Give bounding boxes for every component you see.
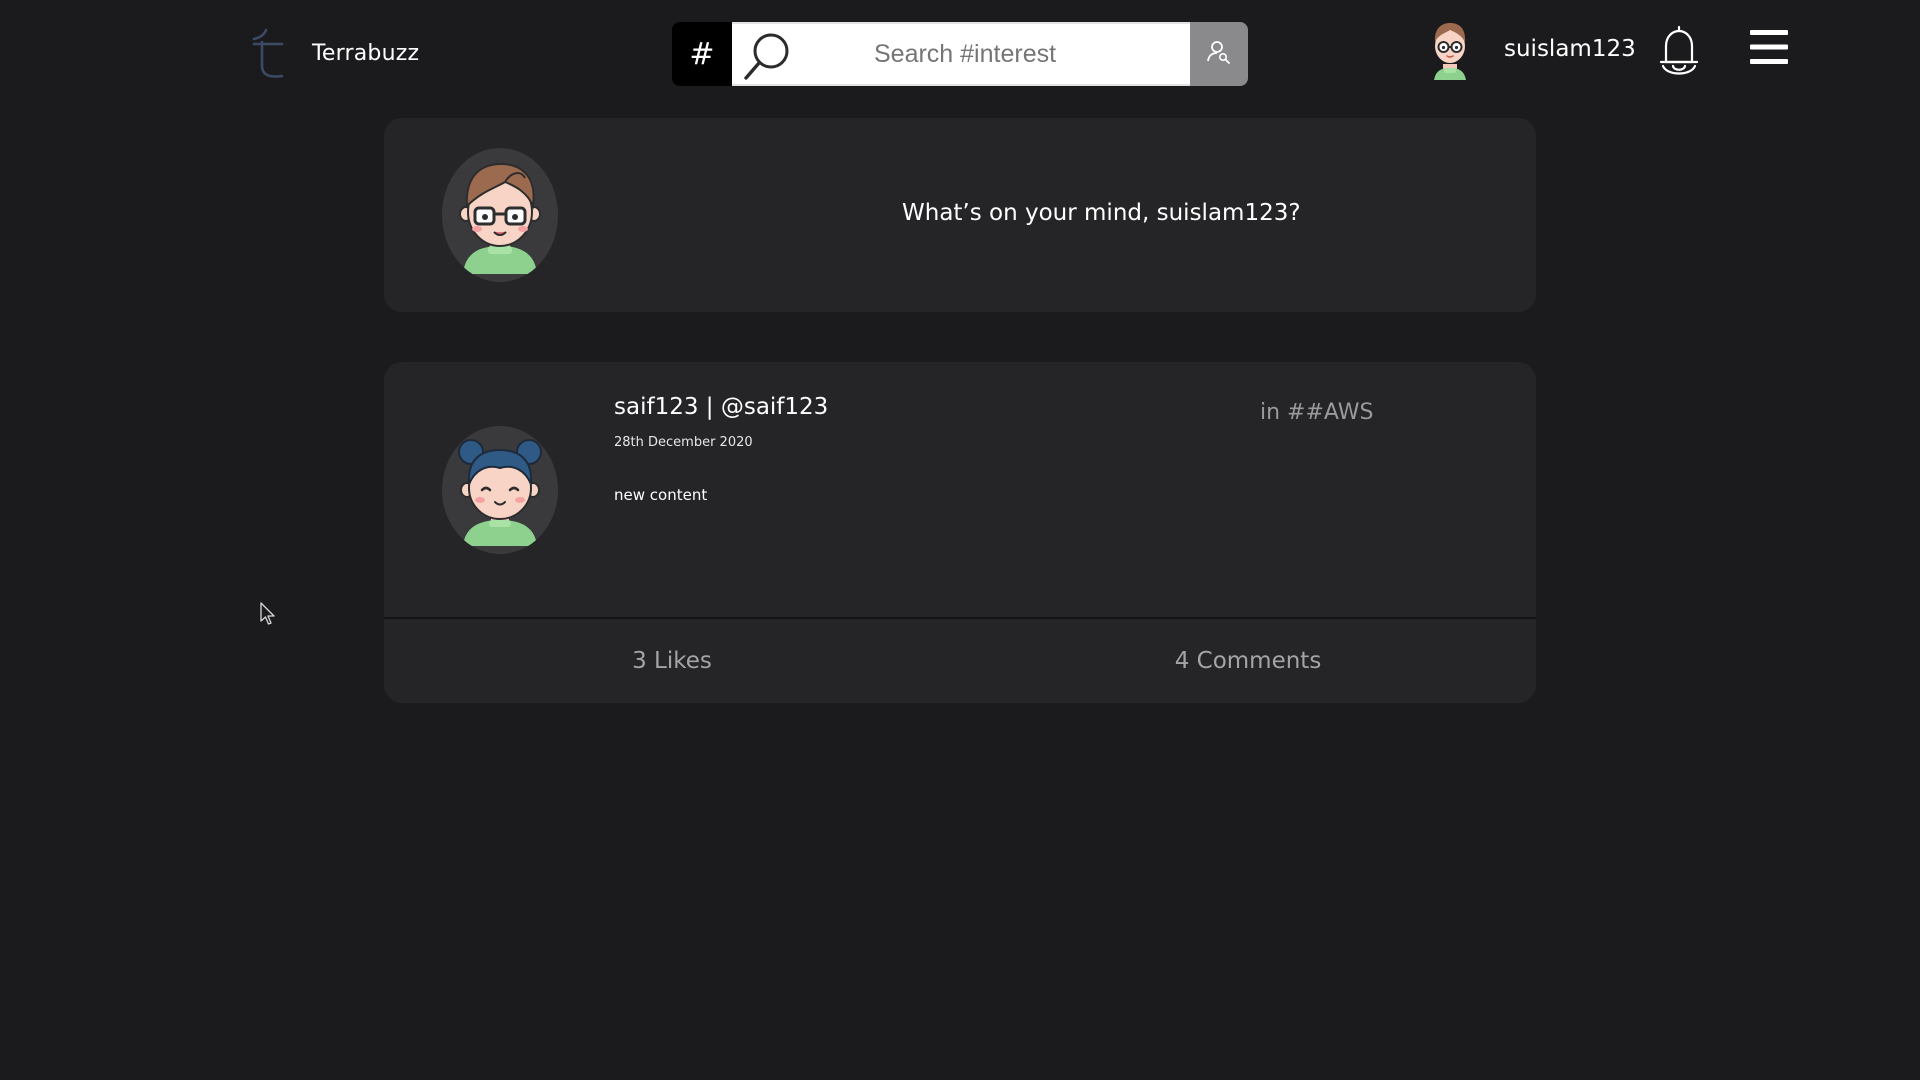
- search-input[interactable]: [732, 24, 1190, 84]
- post-author-avatar[interactable]: [442, 426, 558, 554]
- avatar[interactable]: [1428, 18, 1472, 80]
- post-composer[interactable]: What’s on your mind, suislam123?: [384, 118, 1536, 312]
- logo-icon: [250, 26, 290, 80]
- composer-avatar: [442, 148, 558, 282]
- user-search-icon: [1206, 39, 1232, 69]
- post-topic-link[interactable]: in ##AWS: [1260, 400, 1373, 425]
- user-controls: suislam123: [1428, 16, 1788, 82]
- search-bar: #: [672, 22, 1248, 86]
- post-date: 28th December 2020: [614, 435, 753, 450]
- post-actions: 3 Likes 4 Comments: [384, 619, 1536, 703]
- post-body: new content: [614, 486, 708, 504]
- bell-icon[interactable]: [1658, 24, 1700, 80]
- logo-link[interactable]: Terrabuzz: [250, 26, 419, 80]
- brand-name: Terrabuzz: [312, 40, 420, 66]
- top-header: Terrabuzz # Search #interest suislam123: [0, 0, 1920, 108]
- post-card: saif123 | @saif123 28th December 2020 ne…: [384, 362, 1536, 703]
- header-username[interactable]: suislam123: [1504, 36, 1636, 62]
- post-author[interactable]: saif123 | @saif123: [614, 394, 828, 420]
- hashtag-button[interactable]: #: [672, 22, 732, 86]
- search-icon: [738, 28, 796, 86]
- user-search-button[interactable]: [1190, 22, 1248, 86]
- cursor-icon: [260, 602, 276, 630]
- composer-prompt[interactable]: What’s on your mind, suislam123?: [902, 200, 1301, 226]
- likes-button[interactable]: 3 Likes: [384, 619, 960, 703]
- comments-button[interactable]: 4 Comments: [960, 619, 1536, 703]
- hamburger-menu-icon[interactable]: [1749, 29, 1788, 69]
- search-field: [732, 22, 1190, 86]
